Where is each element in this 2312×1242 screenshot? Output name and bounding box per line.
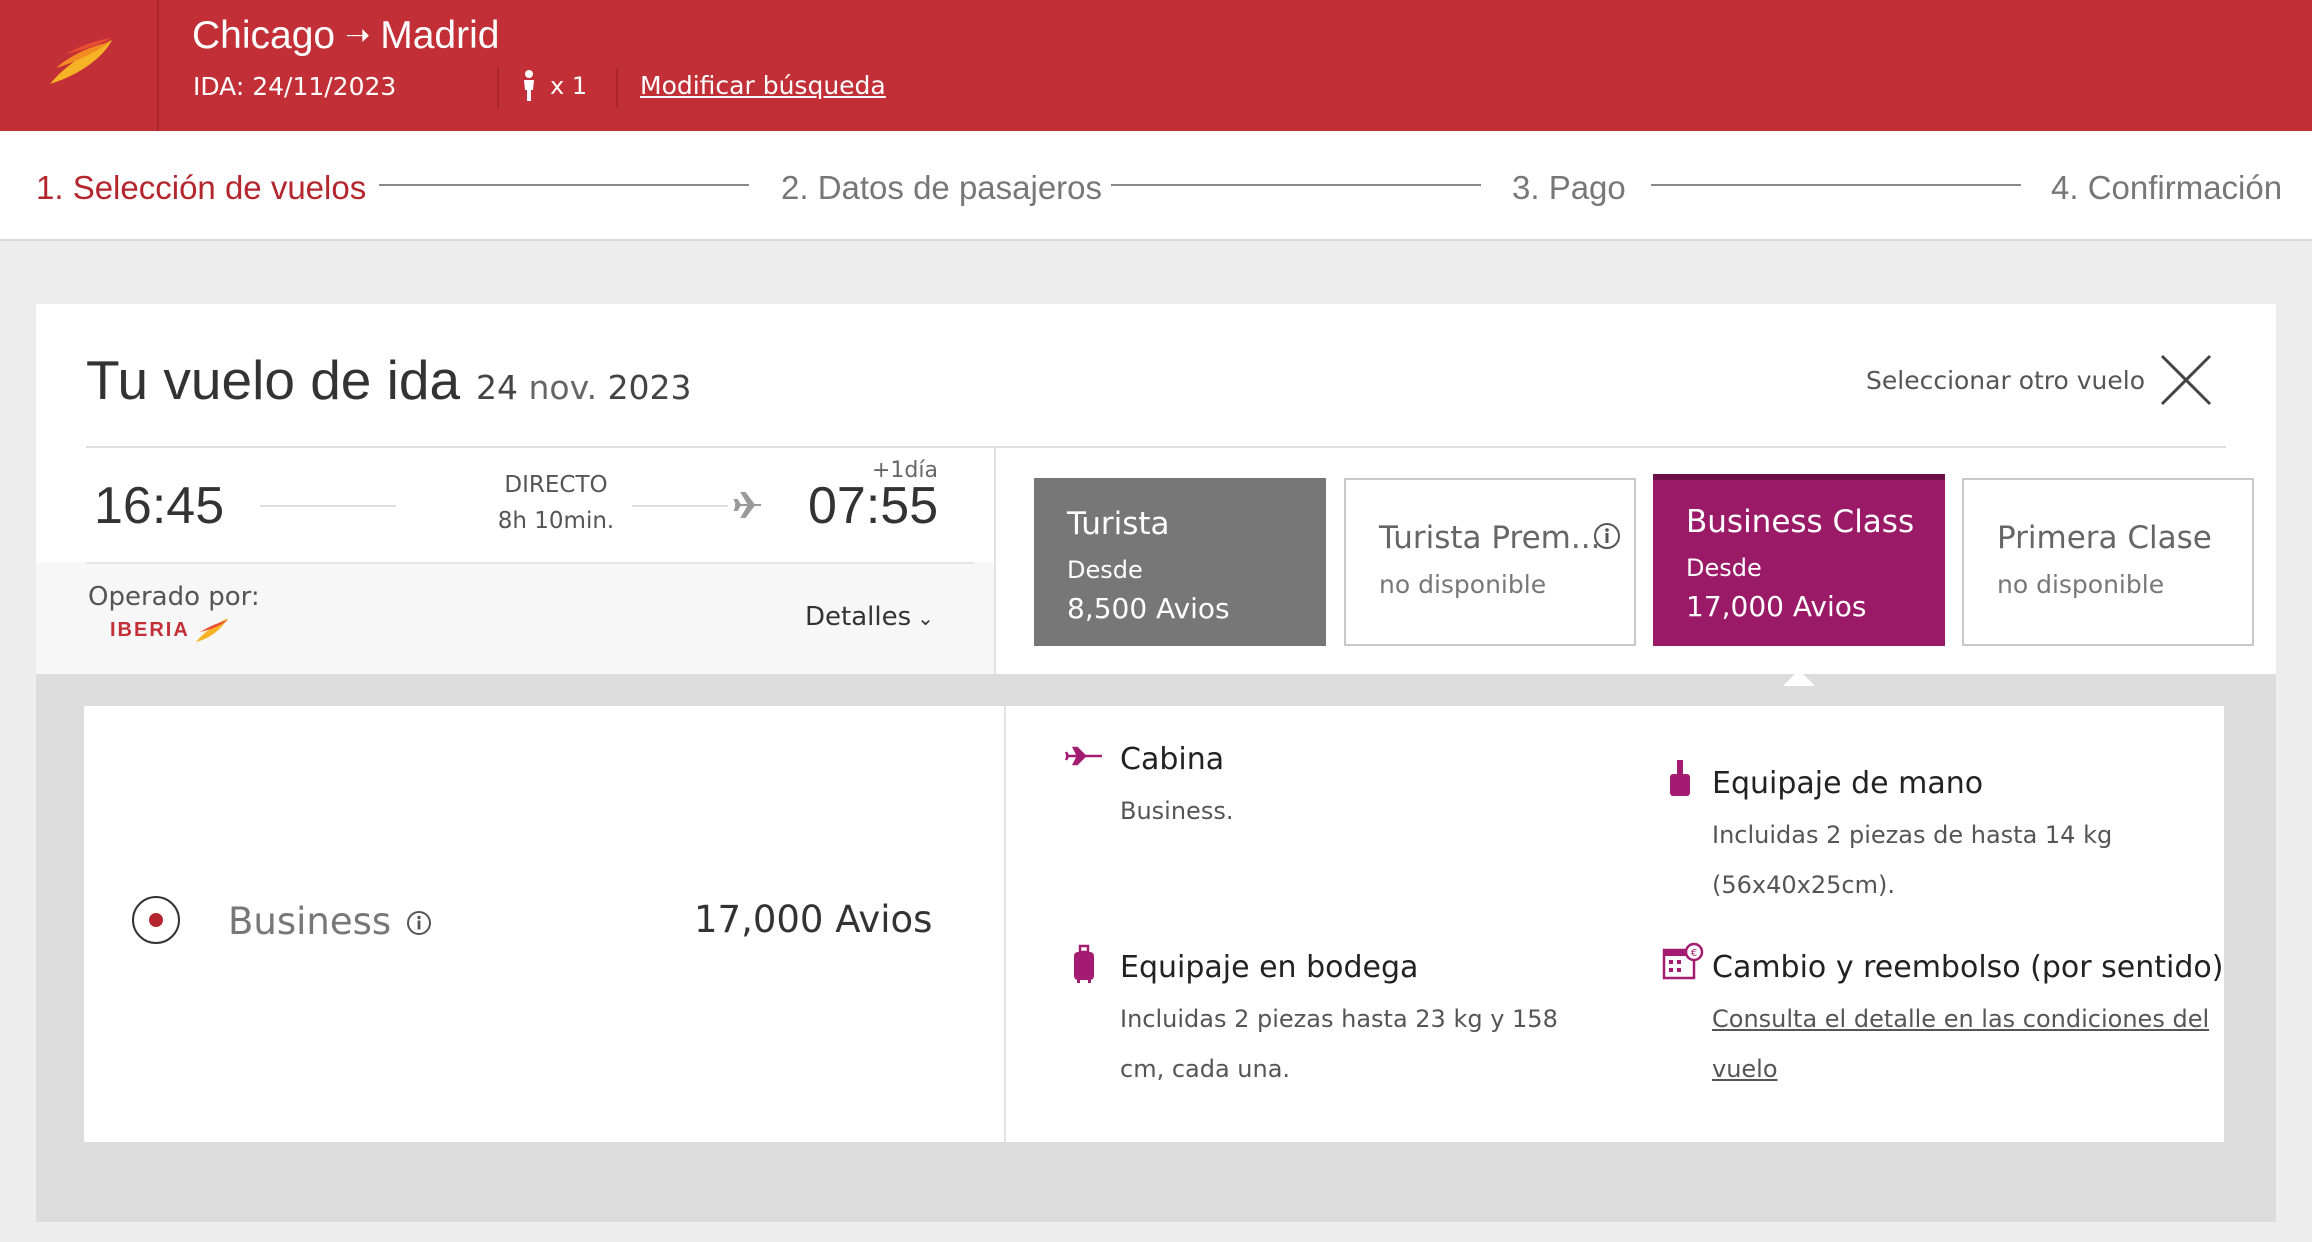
- arrival-time: 07:55: [808, 477, 939, 535]
- outbound-date: IDA: 24/11/2023: [193, 72, 397, 101]
- destination-city: Madrid: [380, 14, 500, 57]
- details-toggle[interactable]: Detalles ⌄: [805, 602, 934, 632]
- checked-luggage-icon: [1074, 944, 1094, 983]
- page-title: Tu vuelo de ida: [86, 349, 461, 411]
- fare-name: Turista: [1067, 506, 1170, 542]
- calendar-refund-icon: €: [1662, 942, 1704, 980]
- passenger-count-label: x 1: [550, 72, 588, 100]
- header-separator: [497, 68, 499, 108]
- cabin-text: Business.: [1120, 797, 1234, 825]
- step-flight-selection: 1. Selección de vuelos: [36, 169, 367, 206]
- timeline-line: [260, 505, 396, 507]
- operated-by-label: Operado por:: [88, 582, 260, 612]
- divider: [86, 446, 2226, 448]
- timeline-line: [632, 505, 728, 507]
- fare-turista-premium: Turista Prem... no disponible: [1344, 478, 1636, 646]
- selected-fare-price: 17,000 Avios: [694, 898, 933, 941]
- origin-city: Chicago: [192, 14, 336, 57]
- selected-fare-name: Business: [228, 900, 392, 943]
- fare-price: 8,500 Avios: [1067, 592, 1230, 625]
- divider: [994, 448, 996, 674]
- flight-card: Tu vuelo de ida 24 nov. 2023 Seleccionar…: [36, 304, 2276, 1222]
- flight-type: DIRECTO: [504, 472, 608, 498]
- step-connector: [1111, 184, 1481, 186]
- passenger-count: x 1: [522, 70, 587, 102]
- fare-business-class[interactable]: Business Class Desde 17,000 Avios: [1653, 474, 1945, 646]
- info-icon[interactable]: [1593, 522, 1621, 550]
- flight-conditions-link[interactable]: Consulta el detalle en las condiciones d…: [1712, 1005, 2209, 1083]
- radio-dot: [149, 913, 163, 927]
- fare-turista[interactable]: Turista Desde 8,500 Avios: [1034, 478, 1326, 646]
- selection-pointer: [1783, 670, 1815, 686]
- fare-from-label: Desde: [1686, 554, 1762, 582]
- fare-radio-selected[interactable]: [132, 896, 180, 944]
- date-day: 24: [476, 368, 518, 407]
- fare-price: 17,000 Avios: [1686, 590, 1867, 623]
- divider: [86, 562, 974, 564]
- details-label: Detalles: [805, 602, 912, 632]
- fare-unavailable: no disponible: [1379, 570, 1547, 599]
- hand-luggage-text: Incluidas 2 piezas de hasta 14 kg (56x40…: [1712, 821, 2113, 899]
- divider: [1004, 706, 1006, 1142]
- fare-name: Primera Clase: [1997, 520, 2212, 556]
- fare-detail-panel: Business 17,000 Avios Cabina Business. E…: [84, 706, 2224, 1142]
- step-connector: [379, 184, 749, 186]
- fare-primera-clase: Primera Clase no disponible: [1962, 478, 2254, 646]
- fare-from-label: Desde: [1067, 556, 1143, 584]
- checked-luggage-text: Incluidas 2 piezas hasta 23 kg y 158 cm,…: [1120, 1005, 1558, 1083]
- step-payment: 3. Pago: [1512, 169, 1626, 206]
- flight-card-header: Tu vuelo de ida 24 nov. 2023 Seleccionar…: [36, 304, 2276, 674]
- iberia-operator-logo: IBERIA: [110, 616, 230, 644]
- flight-date: 24 nov. 2023: [476, 368, 692, 407]
- arrow-right-icon: ➝: [345, 19, 371, 52]
- hand-luggage-title: Equipaje de mano: [1712, 766, 1984, 801]
- fare-name: Business Class: [1686, 504, 1915, 540]
- booking-steps: 1. Selección de vuelos 2. Datos de pasaj…: [0, 131, 2312, 241]
- change-refund-text: Consulta el detalle en las condiciones d…: [1712, 994, 2232, 1094]
- close-icon[interactable]: [2158, 352, 2214, 408]
- header-separator: [616, 68, 618, 108]
- date-year: 2023: [607, 368, 692, 407]
- select-other-flight-link[interactable]: Seleccionar otro vuelo: [1866, 366, 2145, 395]
- step-connector: [1651, 184, 2021, 186]
- operator-logo-text: IBERIA: [110, 618, 190, 641]
- hand-luggage-icon: [1670, 760, 1690, 796]
- person-icon: [524, 70, 534, 101]
- step-passenger-data: 2. Datos de pasajeros: [781, 169, 1103, 206]
- fare-unavailable: no disponible: [1997, 570, 2165, 599]
- airplane-icon: [733, 492, 761, 518]
- iberia-wing-icon: [195, 618, 228, 642]
- date-month: nov.: [528, 368, 598, 407]
- iberia-logo[interactable]: [0, 0, 159, 131]
- svg-text:€: €: [1691, 948, 1697, 959]
- fare-name: Turista Prem...: [1379, 520, 1601, 556]
- route-title: Chicago ➝ Madrid: [192, 14, 499, 58]
- info-icon[interactable]: [406, 910, 432, 936]
- airplane-cabin-icon: [1064, 746, 1102, 766]
- step-confirmation: 4. Confirmación: [2051, 169, 2283, 206]
- flight-duration: 8h 10min.: [497, 508, 615, 534]
- cabin-title: Cabina: [1120, 742, 1225, 777]
- departure-time: 16:45: [94, 477, 225, 535]
- chevron-down-icon: ⌄: [917, 606, 934, 630]
- checked-luggage-title: Equipaje en bodega: [1120, 950, 1419, 985]
- change-refund-title: Cambio y reembolso (por sentido): [1712, 950, 2224, 985]
- iberia-logo-icon: [50, 38, 112, 84]
- top-header: Chicago ➝ Madrid IDA: 24/11/2023 x 1 Modif…: [0, 0, 2312, 131]
- modify-search-link[interactable]: Modificar búsqueda: [640, 71, 886, 100]
